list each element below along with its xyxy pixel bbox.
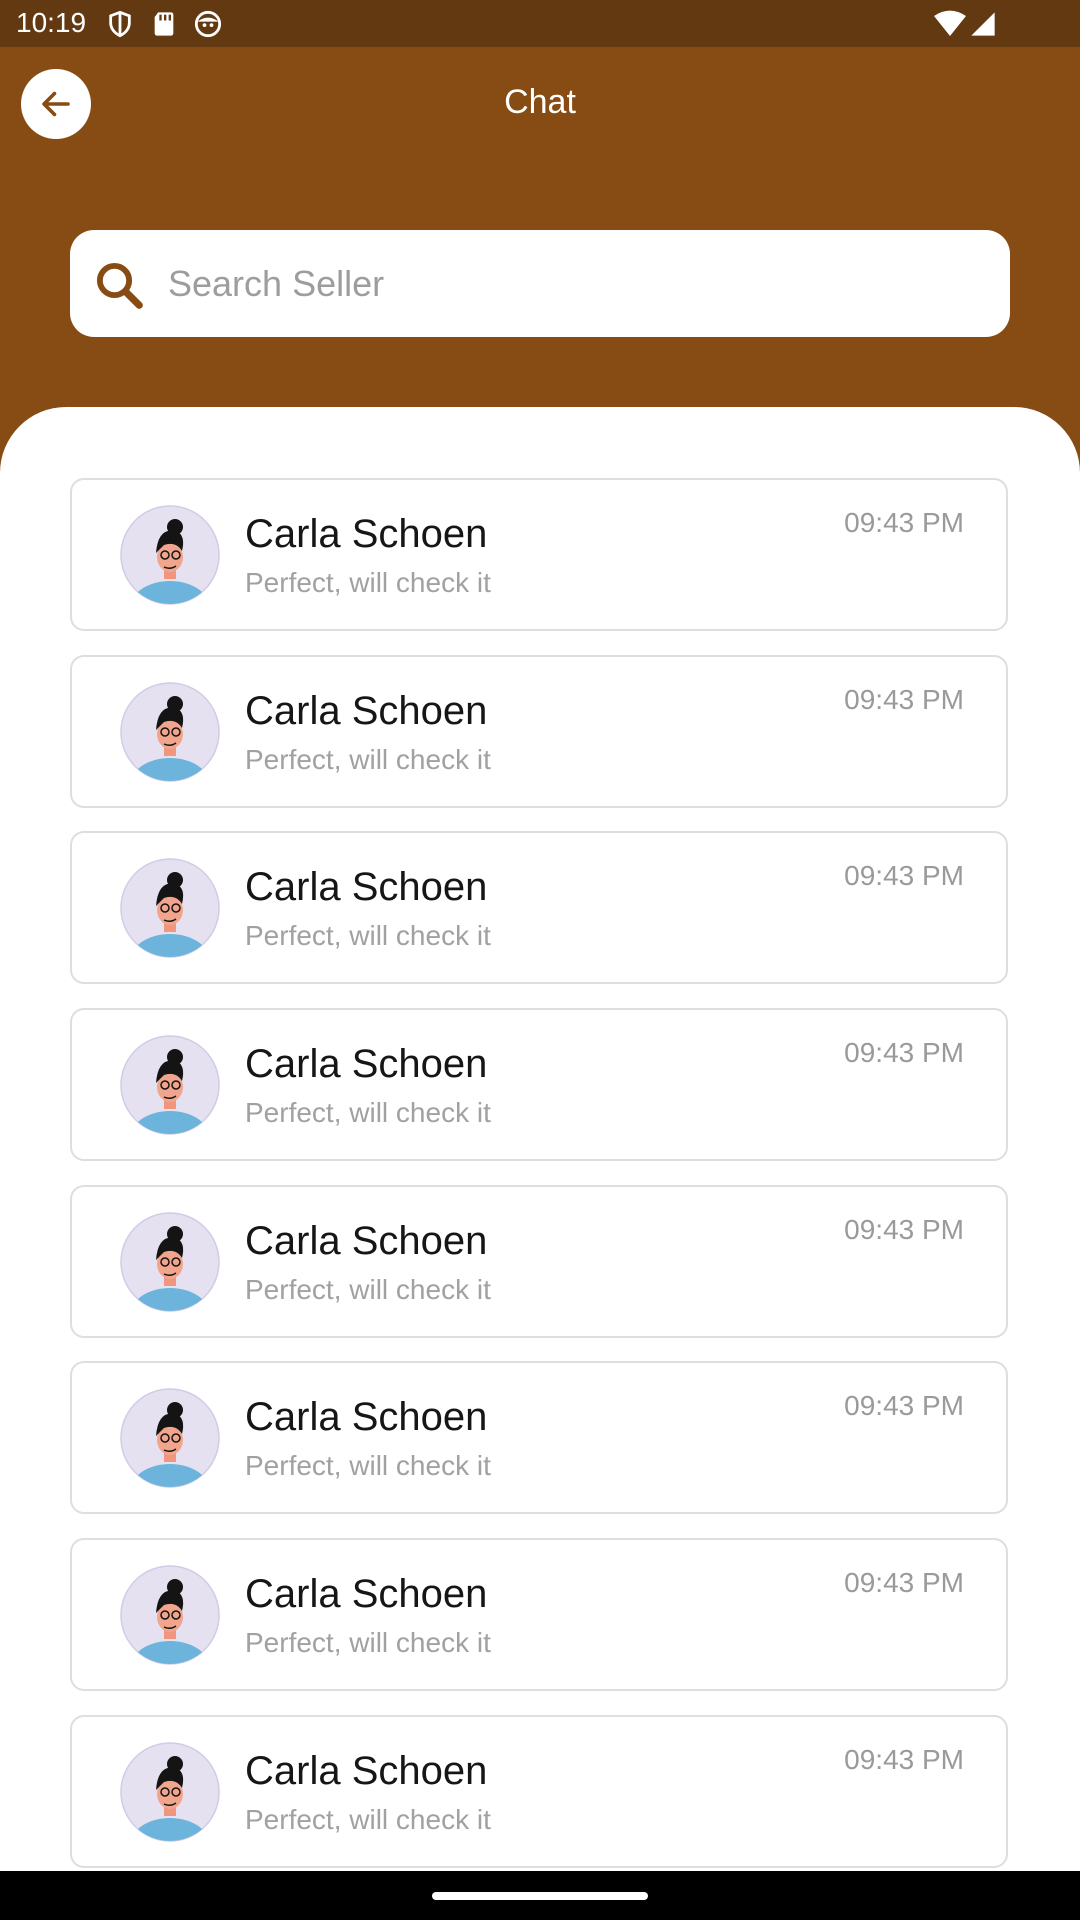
sd-card-icon bbox=[154, 12, 174, 36]
last-message: Perfect, will check it bbox=[245, 1097, 491, 1128]
face-icon bbox=[194, 10, 222, 38]
avatar bbox=[120, 1212, 220, 1312]
contact-name: Carla Schoen bbox=[245, 1219, 488, 1263]
chat-list-item[interactable]: Carla Schoen Perfect, will check it 09:4… bbox=[70, 1185, 1008, 1338]
contact-name: Carla Schoen bbox=[245, 1749, 488, 1793]
last-message: Perfect, will check it bbox=[245, 1274, 491, 1305]
message-time: 09:43 PM bbox=[844, 1037, 964, 1068]
chat-list: Carla Schoen Perfect, will check it 09:4… bbox=[0, 407, 1080, 1871]
message-time: 09:43 PM bbox=[844, 1567, 964, 1598]
message-time: 09:43 PM bbox=[844, 684, 964, 715]
signal-icon bbox=[971, 12, 995, 36]
home-indicator[interactable] bbox=[432, 1892, 648, 1900]
chat-list-item[interactable]: Carla Schoen Perfect, will check it 09:4… bbox=[70, 1715, 1008, 1868]
avatar bbox=[120, 1388, 220, 1488]
contact-name: Carla Schoen bbox=[245, 1395, 488, 1439]
page-title: Chat bbox=[504, 83, 576, 121]
last-message: Perfect, will check it bbox=[245, 1804, 491, 1835]
shield-icon bbox=[109, 10, 131, 38]
avatar bbox=[120, 1742, 220, 1842]
message-time: 09:43 PM bbox=[844, 1214, 964, 1245]
contact-name: Carla Schoen bbox=[245, 1572, 488, 1616]
search-bar[interactable] bbox=[70, 230, 1010, 337]
last-message: Perfect, will check it bbox=[245, 1450, 491, 1481]
search-input[interactable] bbox=[166, 250, 990, 318]
chat-screen: 10:19 Chat Search Seller Carla Schoen Pe… bbox=[0, 0, 1080, 1920]
avatar bbox=[120, 1035, 220, 1135]
avatar bbox=[120, 1565, 220, 1665]
message-time: 09:43 PM bbox=[844, 1744, 964, 1775]
contact-name: Carla Schoen bbox=[245, 689, 488, 733]
last-message: Perfect, will check it bbox=[245, 920, 491, 951]
contact-name: Carla Schoen bbox=[245, 865, 488, 909]
avatar bbox=[120, 505, 220, 605]
contact-name: Carla Schoen bbox=[245, 512, 488, 556]
status-bar: 10:19 bbox=[0, 0, 1080, 47]
avatar bbox=[120, 858, 220, 958]
chat-list-item[interactable]: Carla Schoen Perfect, will check it 09:4… bbox=[70, 478, 1008, 631]
message-time: 09:43 PM bbox=[844, 507, 964, 538]
contact-name: Carla Schoen bbox=[245, 1042, 488, 1086]
chat-list-item[interactable]: Carla Schoen Perfect, will check it 09:4… bbox=[70, 1008, 1008, 1161]
chat-list-item[interactable]: Carla Schoen Perfect, will check it 09:4… bbox=[70, 1361, 1008, 1514]
avatar bbox=[120, 682, 220, 782]
search-icon bbox=[96, 262, 143, 309]
last-message: Perfect, will check it bbox=[245, 1627, 491, 1658]
wifi-icon bbox=[934, 10, 966, 36]
last-message: Perfect, will check it bbox=[245, 744, 491, 775]
chat-list-item[interactable]: Carla Schoen Perfect, will check it 09:4… bbox=[70, 1538, 1008, 1691]
status-time: 10:19 bbox=[16, 7, 87, 38]
message-time: 09:43 PM bbox=[844, 860, 964, 891]
message-time: 09:43 PM bbox=[844, 1390, 964, 1421]
chat-list-item[interactable]: Carla Schoen Perfect, will check it 09:4… bbox=[70, 655, 1008, 808]
chat-list-item[interactable]: Carla Schoen Perfect, will check it 09:4… bbox=[70, 831, 1008, 984]
last-message: Perfect, will check it bbox=[245, 567, 491, 598]
